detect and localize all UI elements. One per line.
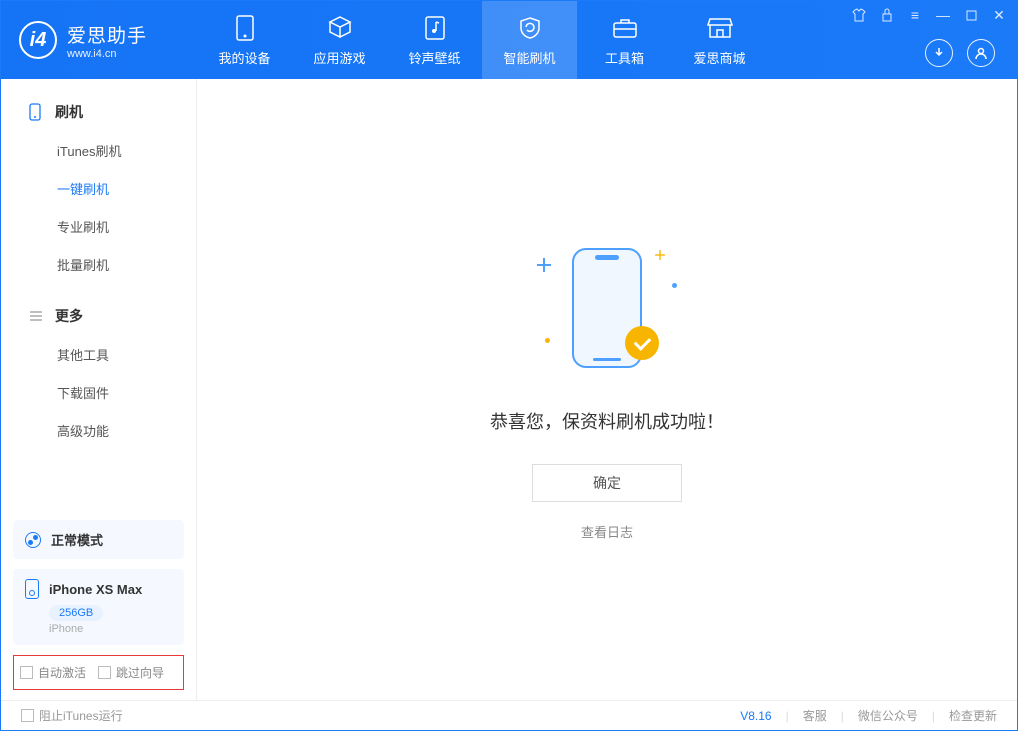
checkbox-skip-guide[interactable]: 跳过向导 <box>98 664 164 681</box>
section-title: 更多 <box>55 306 83 326</box>
nav-flash[interactable]: 智能刷机 <box>482 1 577 79</box>
checkbox-block-itunes[interactable]: 阻止iTunes运行 <box>21 707 123 724</box>
close-icon[interactable]: ✕ <box>991 7 1007 23</box>
device-mode-card[interactable]: 正常模式 <box>13 520 184 559</box>
cube-icon <box>327 14 353 42</box>
minimize-icon[interactable]: — <box>935 7 951 23</box>
nav-ringtones[interactable]: 铃声壁纸 <box>387 1 482 79</box>
nav-apps[interactable]: 应用游戏 <box>292 1 387 79</box>
header-actions <box>925 39 995 67</box>
sidebar-item-advanced[interactable]: 高级功能 <box>1 411 196 449</box>
nav-my-device[interactable]: 我的设备 <box>197 1 292 79</box>
mode-icon <box>25 532 41 548</box>
titlebar-controls: ≡ — ✕ <box>851 7 1007 23</box>
logo-icon: i4 <box>19 21 57 59</box>
options-highlighted-box: 自动激活 跳过向导 <box>13 655 184 690</box>
download-button[interactable] <box>925 39 953 67</box>
checkbox-auto-activate[interactable]: 自动激活 <box>20 664 86 681</box>
top-nav: 我的设备 应用游戏 铃声壁纸 智能刷机 工具箱 爱思商城 <box>197 1 767 79</box>
nav-label: 智能刷机 <box>503 48 555 67</box>
app-name-cn: 爱思助手 <box>67 21 147 48</box>
sidebar: 刷机 iTunes刷机 一键刷机 专业刷机 批量刷机 更多 其他工具 下载固件 … <box>1 79 197 700</box>
phone-outline-icon <box>29 103 45 121</box>
main-content: 恭喜您，保资料刷机成功啦！ 确定 查看日志 <box>197 79 1017 700</box>
footer: 阻止iTunes运行 V8.16 | 客服 | 微信公众号 | 检查更新 <box>1 700 1017 730</box>
ok-button[interactable]: 确定 <box>532 464 682 502</box>
view-log-link[interactable]: 查看日志 <box>581 522 633 541</box>
sidebar-item-oneclick-flash[interactable]: 一键刷机 <box>1 169 196 207</box>
footer-link-update[interactable]: 检查更新 <box>949 707 997 724</box>
device-name: iPhone XS Max <box>49 582 142 597</box>
section-title: 刷机 <box>55 102 83 122</box>
phone-icon <box>236 14 254 42</box>
version-label: V8.16 <box>740 709 771 723</box>
nav-label: 应用游戏 <box>313 48 365 67</box>
sidebar-item-download-firmware[interactable]: 下载固件 <box>1 373 196 411</box>
nav-toolbox[interactable]: 工具箱 <box>577 1 672 79</box>
device-type: iPhone <box>49 623 172 635</box>
app-name-en: www.i4.cn <box>67 48 147 60</box>
nav-label: 我的设备 <box>218 48 270 67</box>
tshirt-icon[interactable] <box>851 7 867 23</box>
checkbox-label: 自动激活 <box>38 664 86 681</box>
menu-icon[interactable]: ≡ <box>907 7 923 23</box>
checkbox-label: 跳过向导 <box>116 664 164 681</box>
sidebar-item-itunes-flash[interactable]: iTunes刷机 <box>1 131 196 169</box>
music-icon <box>424 14 446 42</box>
sidebar-section-flash: 刷机 <box>1 93 196 131</box>
checkmark-badge-icon <box>625 326 659 360</box>
nav-label: 铃声壁纸 <box>408 48 460 67</box>
sidebar-section-more: 更多 <box>1 297 196 335</box>
store-icon <box>707 14 733 42</box>
device-icon <box>25 579 39 599</box>
sidebar-item-batch-flash[interactable]: 批量刷机 <box>1 245 196 283</box>
shield-refresh-icon <box>517 14 543 42</box>
toolbox-icon <box>612 14 638 42</box>
footer-link-wechat[interactable]: 微信公众号 <box>858 707 918 724</box>
menu-lines-icon <box>29 310 45 322</box>
sidebar-item-other-tools[interactable]: 其他工具 <box>1 335 196 373</box>
user-button[interactable] <box>967 39 995 67</box>
header: i4 爱思助手 www.i4.cn 我的设备 应用游戏 铃声壁纸 智能刷机 工具… <box>1 1 1017 79</box>
nav-label: 工具箱 <box>605 48 644 67</box>
device-storage: 256GB <box>49 605 103 621</box>
nav-store[interactable]: 爱思商城 <box>672 1 767 79</box>
footer-link-service[interactable]: 客服 <box>803 707 827 724</box>
device-info-card[interactable]: iPhone XS Max 256GB iPhone <box>13 569 184 645</box>
success-illustration <box>537 238 677 378</box>
sidebar-item-pro-flash[interactable]: 专业刷机 <box>1 207 196 245</box>
mode-label: 正常模式 <box>51 530 103 549</box>
checkbox-label: 阻止iTunes运行 <box>39 707 123 724</box>
logo[interactable]: i4 爱思助手 www.i4.cn <box>1 21 197 60</box>
maximize-icon[interactable] <box>963 7 979 23</box>
lock-icon[interactable] <box>879 7 895 23</box>
success-message: 恭喜您，保资料刷机成功啦！ <box>490 408 724 434</box>
nav-label: 爱思商城 <box>693 48 745 67</box>
